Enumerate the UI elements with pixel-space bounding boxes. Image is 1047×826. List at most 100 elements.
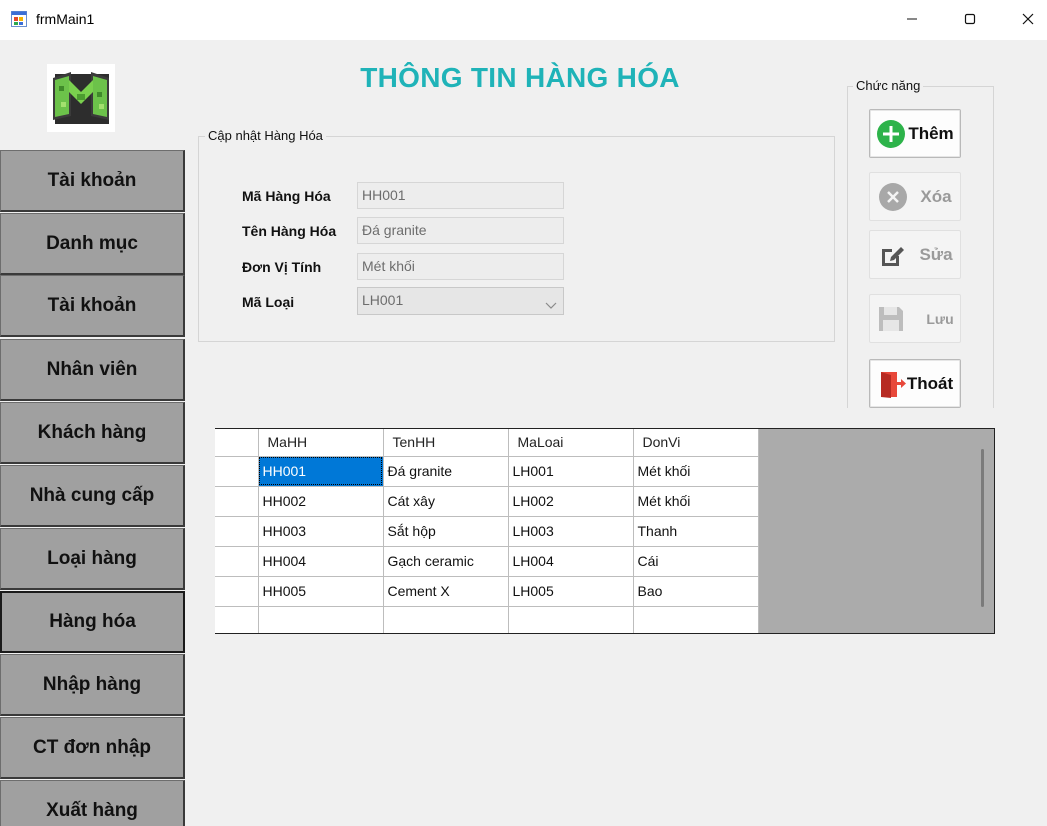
sidebar-item-xuat-hang[interactable]: Xuất hàng	[0, 780, 185, 826]
table-cell[interactable]: HH004	[258, 546, 384, 577]
table-row[interactable]: HH002 Cát xây LH002 Mét khối	[215, 486, 759, 517]
sidebar-item-label: Hàng hóa	[49, 611, 136, 632]
table-cell[interactable]: LH003	[508, 516, 634, 547]
save-icon	[876, 304, 906, 334]
table-cell[interactable]: Cát xây	[383, 486, 509, 517]
donvi-label: Đơn Vị Tính	[242, 259, 322, 275]
minimize-button[interactable]	[882, 0, 942, 40]
row-header-corner	[215, 429, 259, 457]
minimize-icon	[906, 13, 918, 28]
table-cell[interactable]: Đá granite	[383, 456, 509, 487]
sidebar-item-nhap-hang[interactable]: Nhập hàng	[0, 654, 185, 716]
row-header[interactable]	[215, 576, 259, 607]
tenhh-label: Tên Hàng Hóa	[242, 223, 337, 239]
function-group-title: Chức năng	[853, 78, 924, 93]
thoat-label: Thoát	[906, 373, 954, 393]
plus-circle-icon	[876, 119, 906, 149]
column-header-donvi[interactable]: DonVi	[633, 429, 759, 457]
update-group-title: Cập nhật Hàng Hóa	[205, 128, 326, 143]
xoa-button[interactable]: Xóa	[869, 172, 961, 221]
table-row[interactable]: HH003 Sắt hộp LH003 Thanh	[215, 516, 759, 547]
sua-button[interactable]: Sửa	[869, 230, 961, 279]
sidebar-item-label: Danh mục	[46, 232, 138, 254]
sidebar-item-ct-don-nhap[interactable]: CT đơn nhập	[0, 717, 185, 779]
tenhh-field[interactable]: Đá granite	[357, 217, 564, 244]
table-cell-selected[interactable]: HH001	[258, 456, 384, 487]
table-row[interactable]: HH005 Cement X LH005 Bao	[215, 576, 759, 607]
maximize-icon	[964, 13, 976, 28]
sidebar-item-loai-hang[interactable]: Loại hàng	[0, 528, 185, 590]
table-cell[interactable]: HH002	[258, 486, 384, 517]
them-button[interactable]: Thêm	[869, 109, 961, 158]
luu-button[interactable]: Lưu	[869, 294, 961, 343]
sidebar-item-hang-hoa[interactable]: Hàng hóa	[0, 591, 185, 653]
form-app-icon	[11, 11, 27, 27]
sidebar-item-label: Xuất hàng	[46, 799, 138, 821]
minecraft-m-logo	[53, 72, 109, 124]
sidebar-item-nha-cung-cap[interactable]: Nhà cung cấp	[0, 465, 185, 527]
table-cell[interactable]: LH005	[508, 576, 634, 607]
table-cell[interactable]: Mét khối	[633, 456, 759, 487]
sidebar-item-label: Khách hàng	[37, 421, 147, 443]
table-cell[interactable]	[633, 606, 759, 633]
table-cell[interactable]	[258, 606, 384, 633]
sidebar-item-khach-hang[interactable]: Khách hàng	[0, 402, 185, 464]
close-icon	[1022, 13, 1034, 28]
table-cell[interactable]	[508, 606, 634, 633]
table-cell[interactable]: LH002	[508, 486, 634, 517]
maloai-label: Mã Loại	[242, 294, 295, 310]
sidebar-item-label: Tài khoản	[47, 294, 137, 316]
mahh-label: Mã Hàng Hóa	[242, 188, 331, 204]
maximize-button[interactable]	[940, 0, 1000, 40]
table-cell[interactable]: HH003	[258, 516, 384, 547]
table-cell[interactable]: LH004	[508, 546, 634, 577]
table-cell[interactable]: Cái	[633, 546, 759, 577]
mahh-field[interactable]: HH001	[357, 182, 564, 209]
sua-label: Sửa	[919, 244, 953, 264]
table-row[interactable]: HH001 Đá granite LH001 Mét khối	[215, 456, 759, 487]
sidebar-item-label: CT đơn nhập	[33, 736, 151, 758]
table-row[interactable]: HH004 Gạch ceramic LH004 Cái	[215, 546, 759, 577]
close-button[interactable]	[998, 0, 1047, 40]
table-cell[interactable]: Sắt hộp	[383, 516, 509, 547]
sidebar-item-nhan-vien[interactable]: Nhân viên	[0, 339, 185, 401]
column-header-tenhh[interactable]: TenHH	[383, 429, 509, 457]
sidebar-item-label: Nhân viên	[46, 358, 138, 380]
table-cell[interactable]	[383, 606, 509, 633]
data-grid[interactable]: MaHH TenHH MaLoai DonVi HH001 Đá granite…	[215, 428, 995, 634]
row-header[interactable]	[215, 456, 259, 487]
table-cell[interactable]: Thanh	[633, 516, 759, 547]
app-logo	[47, 64, 115, 132]
exit-door-icon	[877, 369, 907, 399]
table-cell[interactable]: Gạch ceramic	[383, 546, 509, 577]
table-cell[interactable]: LH001	[508, 456, 634, 487]
sidebar-item-label: Loại hàng	[47, 547, 137, 569]
donvi-field[interactable]: Mét khối	[357, 253, 564, 280]
data-table: MaHH TenHH MaLoai DonVi HH001 Đá granite…	[215, 429, 759, 633]
page-title: THÔNG TIN HÀNG HÓA	[360, 62, 680, 93]
chevron-down-icon[interactable]	[545, 297, 557, 313]
maloai-combobox[interactable]: LH001	[357, 287, 564, 315]
sidebar-item-tai-khoan-2[interactable]: Tài khoản	[0, 275, 185, 337]
xoa-label: Xóa	[920, 186, 952, 206]
row-header[interactable]	[215, 606, 259, 633]
thoat-button[interactable]: Thoát	[869, 359, 961, 408]
new-row[interactable]	[215, 606, 759, 633]
sidebar-item-danh-muc[interactable]: Danh mục	[0, 213, 185, 275]
table-cell[interactable]: HH005	[258, 576, 384, 607]
row-header[interactable]	[215, 546, 259, 577]
header-row: MaHH TenHH MaLoai DonVi	[215, 429, 759, 457]
sidebar-item-tai-khoan[interactable]: Tài khoản	[0, 150, 185, 212]
table-cell[interactable]: Cement X	[383, 576, 509, 607]
table-cell[interactable]: Mét khối	[633, 486, 759, 517]
maloai-value: LH001	[362, 292, 404, 308]
them-label: Thêm	[908, 123, 954, 143]
column-header-mahh[interactable]: MaHH	[258, 429, 384, 457]
grid-scrollbar[interactable]	[981, 449, 984, 607]
table-cell[interactable]: Bao	[633, 576, 759, 607]
row-header[interactable]	[215, 486, 259, 517]
row-header[interactable]	[215, 516, 259, 547]
title-bar: frmMain1	[0, 0, 1047, 40]
window-title: frmMain1	[36, 11, 95, 27]
column-header-maloai[interactable]: MaLoai	[508, 429, 634, 457]
